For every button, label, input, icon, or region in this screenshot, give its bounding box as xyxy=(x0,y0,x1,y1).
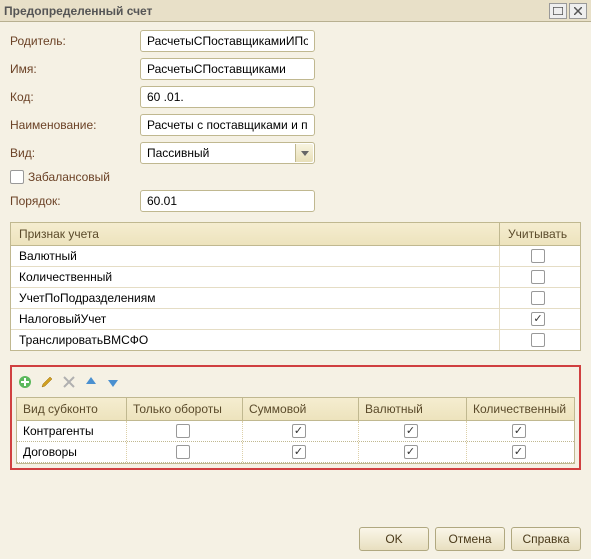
attribute-checkbox[interactable] xyxy=(531,270,545,284)
attribute-label: ТранслироватьВМСФО xyxy=(11,330,500,350)
offbalance-checkbox[interactable] xyxy=(10,170,24,184)
subconto-section: Вид субконтоТолько оборотыСуммовойВалютн… xyxy=(10,365,581,470)
attribute-label: Валютный xyxy=(11,246,500,266)
desc-input[interactable] xyxy=(140,114,315,136)
order-input[interactable] xyxy=(140,190,315,212)
chevron-down-icon[interactable] xyxy=(295,144,313,162)
table-row: НалоговыйУчет xyxy=(11,309,580,330)
subconto-check-cell xyxy=(243,421,359,441)
move-up-icon[interactable] xyxy=(82,373,100,391)
grid2-header-col: Суммовой xyxy=(243,398,359,420)
subconto-checkbox[interactable] xyxy=(512,445,526,459)
subconto-label: Договоры xyxy=(17,442,127,462)
attribute-checkbox[interactable] xyxy=(531,333,545,347)
name-label: Имя: xyxy=(10,62,140,76)
code-input[interactable] xyxy=(140,86,315,108)
subconto-check-cell xyxy=(127,421,243,441)
attribute-check-cell xyxy=(500,246,580,266)
subconto-checkbox[interactable] xyxy=(404,445,418,459)
grid1-header-attribute: Признак учета xyxy=(11,223,500,245)
attribute-check-cell xyxy=(500,330,580,350)
subconto-checkbox[interactable] xyxy=(512,424,526,438)
close-button[interactable] xyxy=(569,3,587,19)
attribute-check-cell xyxy=(500,288,580,308)
attribute-label: Количественный xyxy=(11,267,500,287)
accounting-attributes-grid: Признак учета Учитывать ВалютныйКоличест… xyxy=(10,222,581,351)
subconto-label: Контрагенты xyxy=(17,421,127,441)
table-row: Количественный xyxy=(11,267,580,288)
maximize-button[interactable] xyxy=(549,3,567,19)
attribute-checkbox[interactable] xyxy=(531,291,545,305)
subconto-check-cell xyxy=(359,421,467,441)
attribute-label: НалоговыйУчет xyxy=(11,309,500,329)
attribute-check-cell xyxy=(500,267,580,287)
ok-button[interactable]: OK xyxy=(359,527,429,551)
subconto-check-cell xyxy=(467,421,574,441)
subconto-checkbox[interactable] xyxy=(292,424,306,438)
subconto-checkbox[interactable] xyxy=(404,424,418,438)
subconto-toolbar xyxy=(16,371,575,397)
order-label: Порядок: xyxy=(10,194,140,208)
offbalance-label: Забалансовый xyxy=(28,170,110,184)
dialog-footer: OK Отмена Справка xyxy=(359,527,581,551)
subconto-checkbox[interactable] xyxy=(176,445,190,459)
parent-input[interactable] xyxy=(140,30,315,52)
code-label: Код: xyxy=(10,90,140,104)
kind-select[interactable]: Пассивный xyxy=(140,142,315,164)
subconto-grid: Вид субконтоТолько оборотыСуммовойВалютн… xyxy=(16,397,575,464)
delete-icon[interactable] xyxy=(60,373,78,391)
subconto-checkbox[interactable] xyxy=(292,445,306,459)
grid2-header-col: Валютный xyxy=(359,398,467,420)
parent-label: Родитель: xyxy=(10,34,140,48)
table-row: Валютный xyxy=(11,246,580,267)
attribute-check-cell xyxy=(500,309,580,329)
grid2-header-col: Вид субконто xyxy=(17,398,127,420)
table-row: Договоры xyxy=(17,442,574,463)
subconto-check-cell xyxy=(467,442,574,462)
table-row: ТранслироватьВМСФО xyxy=(11,330,580,350)
table-row: Контрагенты xyxy=(17,421,574,442)
kind-label: Вид: xyxy=(10,146,140,160)
attribute-checkbox[interactable] xyxy=(531,249,545,263)
grid2-header-col: Количественный xyxy=(467,398,574,420)
add-icon[interactable] xyxy=(16,373,34,391)
edit-icon[interactable] xyxy=(38,373,56,391)
move-down-icon[interactable] xyxy=(104,373,122,391)
name-input[interactable] xyxy=(140,58,315,80)
subconto-check-cell xyxy=(359,442,467,462)
kind-value: Пассивный xyxy=(147,146,209,160)
grid2-header-col: Только обороты xyxy=(127,398,243,420)
table-row: УчетПоПодразделениям xyxy=(11,288,580,309)
grid1-header-use: Учитывать xyxy=(500,223,580,245)
desc-label: Наименование: xyxy=(10,118,140,132)
subconto-checkbox[interactable] xyxy=(176,424,190,438)
titlebar: Предопределенный счет xyxy=(0,0,591,22)
subconto-check-cell xyxy=(127,442,243,462)
help-button[interactable]: Справка xyxy=(511,527,581,551)
subconto-check-cell xyxy=(243,442,359,462)
cancel-button[interactable]: Отмена xyxy=(435,527,505,551)
window-title: Предопределенный счет xyxy=(4,4,549,18)
attribute-checkbox[interactable] xyxy=(531,312,545,326)
attribute-label: УчетПоПодразделениям xyxy=(11,288,500,308)
